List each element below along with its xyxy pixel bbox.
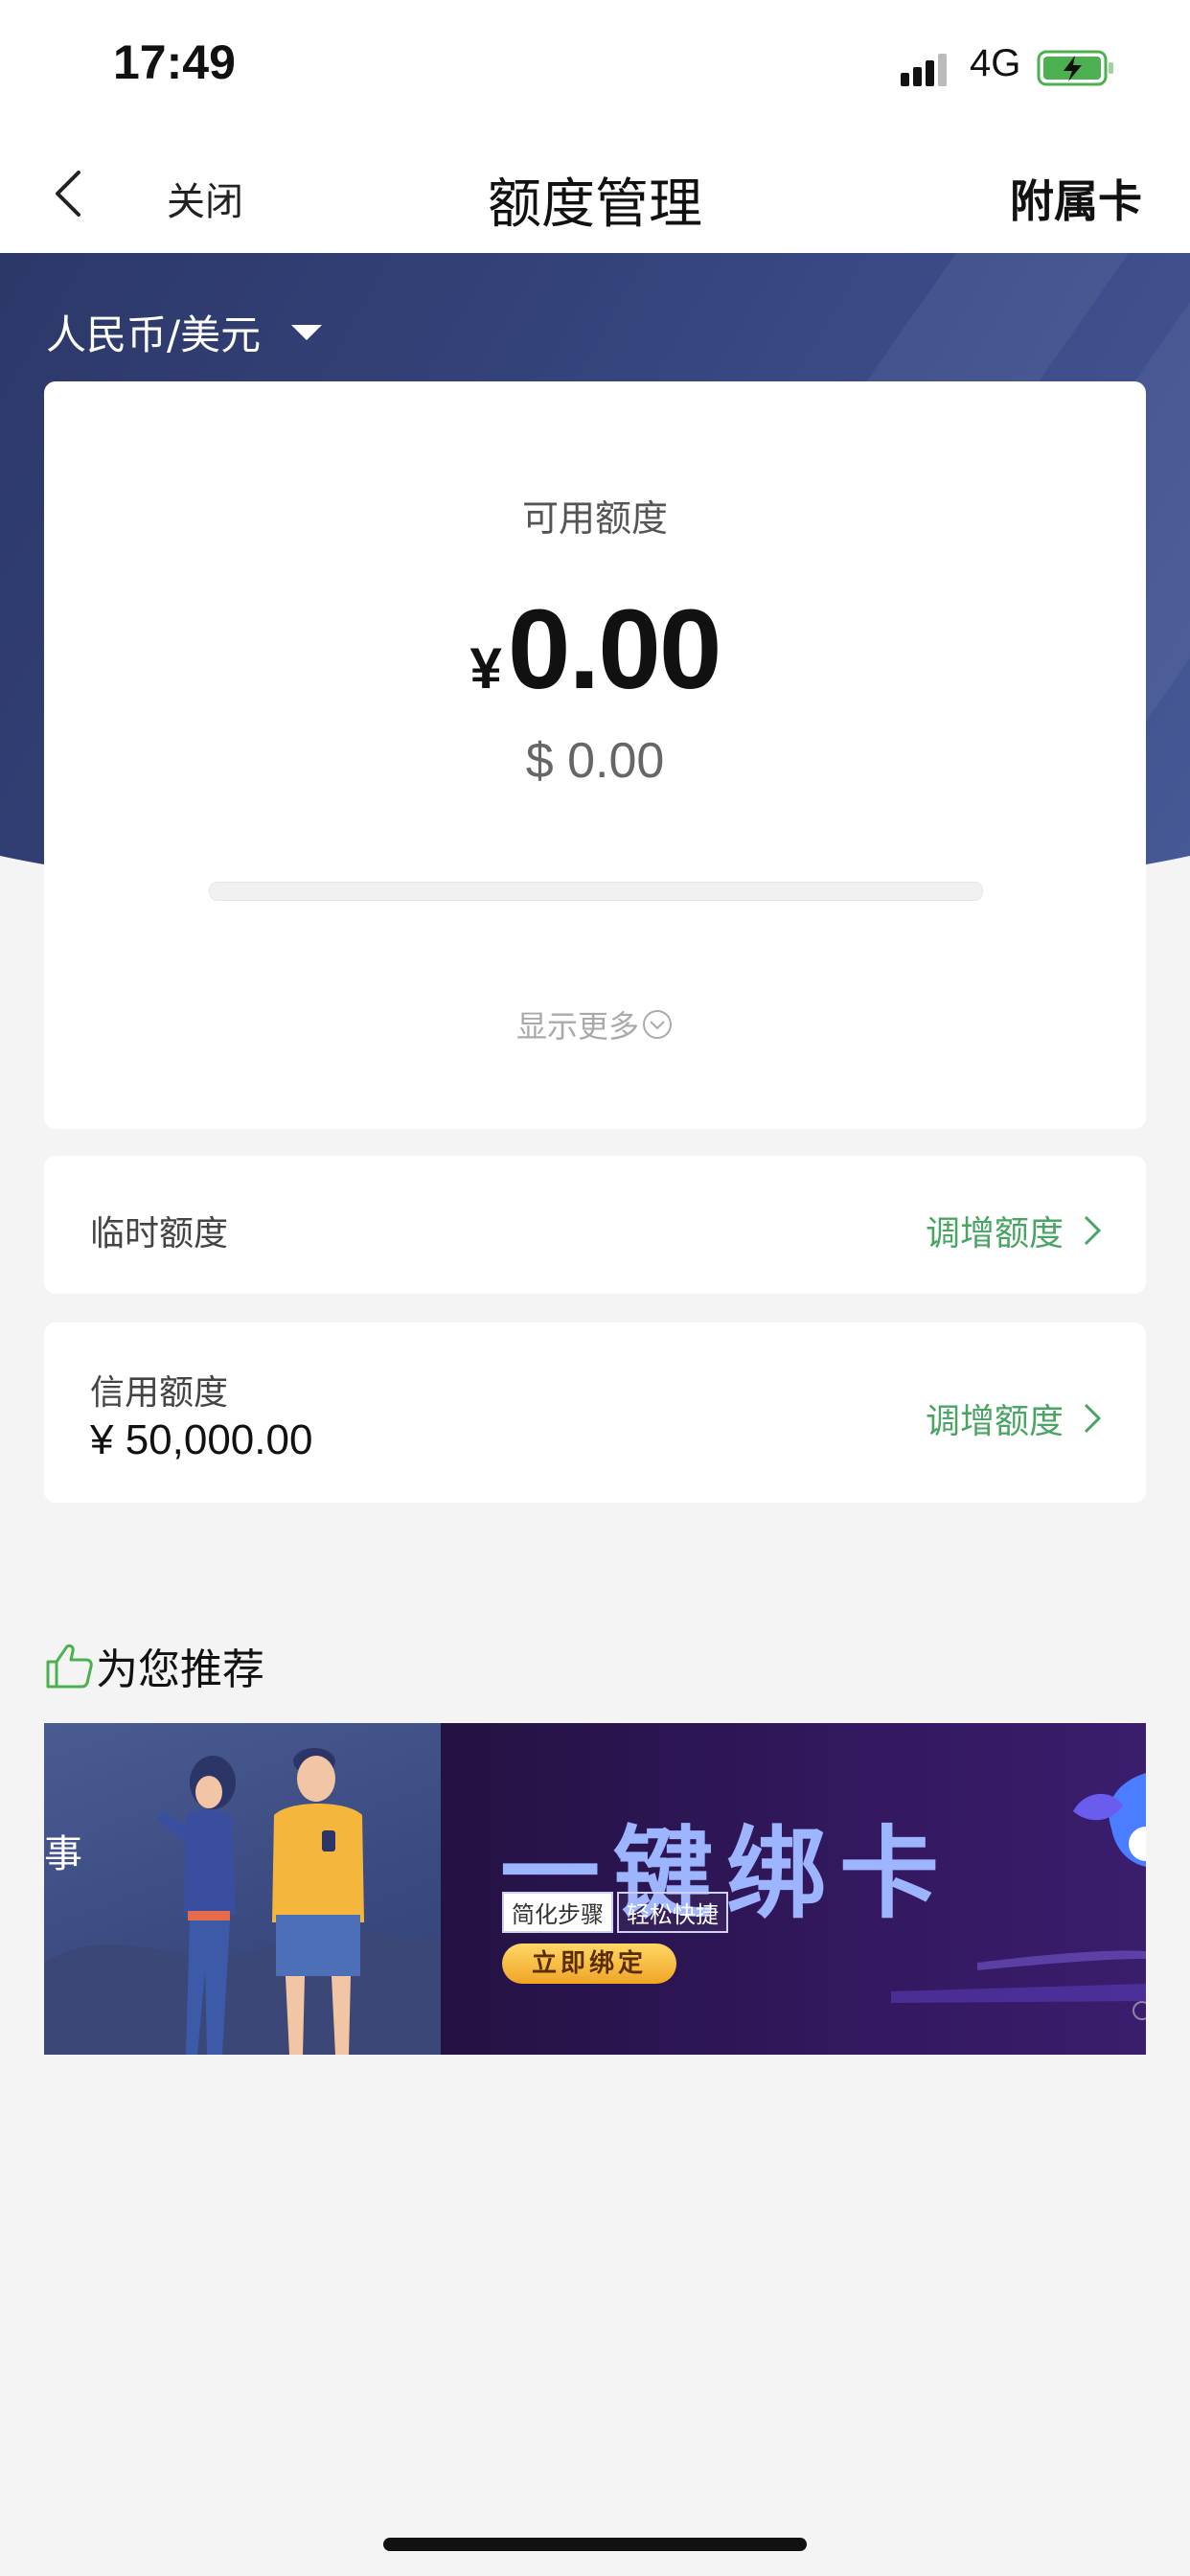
increase-limit-label: 调增额度 — [925, 1214, 1064, 1254]
available-limit-card: 可用额度 ¥0.00 $ 0.00 显示更多 — [44, 381, 1146, 1129]
chevron-down-circle-icon — [643, 1010, 672, 1039]
home-indicator — [383, 2538, 807, 2551]
credit-limit-row[interactable]: 信用额度 ¥ 50,000.00 调增额度 — [44, 1322, 1146, 1503]
promo-banner-carousel[interactable]: 事 一键绑卡 简化步骤 轻松快捷 立即绑定 — [44, 1723, 1146, 2055]
signal-strength-icon — [901, 54, 947, 86]
show-more-label: 显示更多 — [515, 1008, 639, 1045]
limit-usage-bar — [209, 882, 983, 901]
temporary-limit-label: 临时额度 — [90, 1214, 229, 1254]
available-limit-cny: ¥0.00 — [44, 585, 1146, 715]
previous-banner-slide: 事 — [44, 1723, 441, 2055]
supplementary-card-button[interactable]: 附属卡 — [1010, 167, 1142, 230]
increase-credit-limit-link[interactable]: 调增额度 — [926, 1393, 1104, 1443]
battery-charging-icon — [1037, 50, 1113, 86]
back-arrow-icon[interactable] — [50, 169, 88, 218]
recommend-section-title: 为您推荐 — [44, 1635, 264, 1696]
nav-bar: 关闭 额度管理 附属卡 — [0, 134, 1190, 253]
cny-amount: 0.00 — [507, 586, 722, 713]
people-illustration — [44, 1748, 441, 2055]
close-button[interactable]: 关闭 — [167, 171, 243, 226]
bind-now-button[interactable]: 立即绑定 — [502, 1944, 676, 1984]
cny-symbol: ¥ — [469, 636, 502, 701]
chevron-right-icon — [1084, 1403, 1102, 1434]
carousel-dot-1[interactable] — [1133, 2001, 1146, 2020]
thumbs-up-icon — [46, 1644, 93, 1689]
status-time: 17:49 — [113, 35, 236, 89]
available-limit-usd: $ 0.00 — [525, 733, 665, 789]
banner-tag-fast: 轻松快捷 — [617, 1892, 728, 1933]
recommend-title-text: 为您推荐 — [96, 1645, 264, 1694]
increase-limit-label: 调增额度 — [925, 1402, 1064, 1441]
temporary-limit-row[interactable]: 临时额度 调增额度 — [44, 1156, 1146, 1294]
currency-label: 人民币/美元 — [46, 311, 262, 358]
status-bar: 17:49 4G — [0, 0, 1190, 134]
network-type: 4G — [970, 42, 1021, 84]
credit-limit-label: 信用额度 — [90, 1373, 229, 1413]
chevron-right-icon — [1084, 1215, 1102, 1246]
current-banner-slide: 一键绑卡 简化步骤 轻松快捷 立即绑定 — [441, 1723, 1146, 2055]
available-limit-label: 可用额度 — [521, 497, 668, 540]
increase-temporary-limit-link[interactable]: 调增额度 — [926, 1206, 1104, 1255]
caret-down-icon — [291, 324, 323, 340]
show-more-button[interactable]: 显示更多 — [44, 1002, 1146, 1046]
currency-selector[interactable]: 人民币/美元 — [46, 303, 323, 361]
banner-tag-simplified: 简化步骤 — [502, 1892, 613, 1933]
credit-limit-value: ¥ 50,000.00 — [90, 1416, 313, 1463]
